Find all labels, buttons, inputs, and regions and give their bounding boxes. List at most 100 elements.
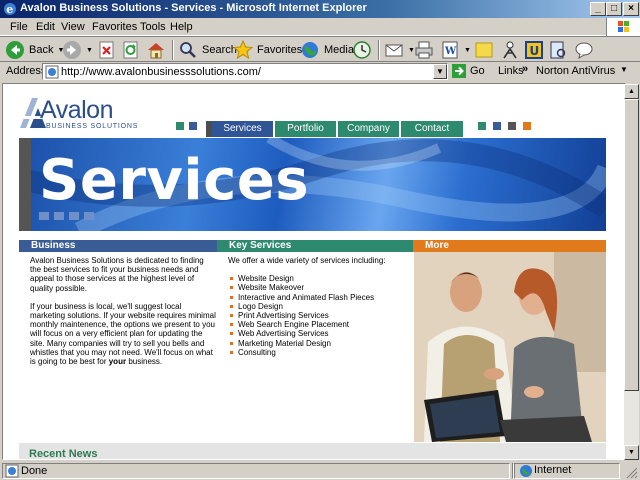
research-book-icon (550, 41, 566, 59)
nav-portfolio[interactable]: Portfolio (275, 121, 338, 137)
notes-button[interactable] (474, 39, 494, 61)
go-button[interactable]: Go (452, 64, 485, 78)
sticky-note-icon (475, 42, 493, 58)
banner-left-strip (19, 138, 31, 231)
home-button[interactable] (146, 39, 166, 61)
norton-antivirus-button[interactable]: Norton AntiVirus (536, 65, 615, 77)
toolbar-separator (378, 40, 380, 60)
menu-file[interactable]: File (10, 21, 28, 33)
standard-toolbar: Back ▼ ▼ Search Favorites Media ▼ W ▼ U (0, 36, 640, 62)
back-button[interactable]: Back ▼ (5, 39, 64, 61)
decorative-square (508, 122, 516, 130)
resize-grip-icon[interactable] (624, 465, 638, 479)
website: Avalon BUSINESS SOLUTIONS Services Portf… (16, 94, 606, 460)
mail-button[interactable]: ▼ (384, 39, 415, 61)
links-toolbar[interactable]: Links (498, 65, 524, 77)
key-services-heading: Key Services (217, 240, 413, 252)
media-label: Media (324, 44, 354, 56)
recent-news-heading: Recent News (29, 448, 98, 460)
logo-tagline: BUSINESS SOLUTIONS (46, 123, 139, 130)
service-item: Website Makeover (228, 283, 418, 292)
main-navigation: Services Portfolio Company Contact (212, 121, 465, 137)
hero-banner: Services (19, 138, 606, 231)
discuss-bubble-icon (575, 42, 593, 60)
address-dropdown-icon[interactable]: ▼ (433, 64, 447, 79)
business-emphasis: your (108, 357, 127, 367)
favorites-label: Favorites (257, 44, 303, 56)
service-item: Web Search Engine Placement (228, 320, 418, 329)
minimize-button[interactable]: _ (590, 2, 606, 16)
more-heading: More (413, 240, 606, 252)
avalon-logo[interactable]: Avalon BUSINESS SOLUTIONS (18, 96, 138, 132)
browser-viewport: Avalon BUSINESS SOLUTIONS Services Portf… (2, 83, 626, 460)
edit-word-button[interactable]: W ▼ (440, 39, 471, 61)
windows-flag-icon (606, 18, 640, 36)
page-done-icon (5, 464, 19, 478)
title-bar[interactable]: e Avalon Business Solutions - Services -… (0, 0, 640, 18)
nav-services[interactable]: Services (212, 121, 275, 137)
decorative-square (493, 122, 501, 130)
research-button[interactable] (548, 39, 568, 61)
service-item: Print Advertising Services (228, 311, 418, 320)
forward-dropdown-icon: ▼ (86, 46, 93, 54)
norton-dropdown-icon[interactable]: ▼ (620, 65, 628, 74)
banner-dot (84, 212, 94, 220)
address-bar: Address http://www.avalonbusinesssolutio… (0, 62, 640, 82)
go-label: Go (470, 65, 485, 77)
history-button[interactable] (352, 39, 372, 61)
toolbar-button-u[interactable]: U (524, 39, 544, 61)
menu-view[interactable]: View (61, 21, 85, 33)
service-item: Website Design (228, 274, 418, 283)
history-icon (353, 41, 371, 59)
maximize-button[interactable]: □ (606, 2, 622, 16)
word-document-icon: W (442, 41, 458, 59)
close-button[interactable]: × (623, 2, 639, 16)
banner-dot (69, 212, 79, 220)
media-button[interactable]: Media (300, 39, 354, 61)
status-text: Done (21, 465, 48, 477)
svg-text:e: e (6, 3, 13, 16)
print-button[interactable] (414, 39, 434, 61)
menu-tools[interactable]: Tools (140, 21, 166, 33)
address-input[interactable]: http://www.avalonbusinesssolutions.com/ … (42, 63, 448, 80)
service-item: Interactive and Animated Flash Pieces (228, 293, 418, 302)
search-icon (180, 42, 196, 58)
svg-text:U: U (530, 44, 540, 58)
photo-illustration (414, 252, 606, 442)
recent-news-section: Recent News (19, 443, 606, 460)
menu-bar: File Edit View Favorites Tools Help (0, 18, 640, 36)
search-label: Search (202, 44, 237, 56)
menu-help[interactable]: Help (170, 21, 193, 33)
search-button[interactable]: Search (178, 39, 237, 61)
toolbar-separator (172, 40, 174, 60)
scroll-down-icon[interactable]: ▼ (624, 445, 639, 460)
menu-favorites[interactable]: Favorites (92, 21, 137, 33)
svg-text:W: W (444, 46, 457, 57)
stop-button[interactable] (98, 39, 116, 61)
discuss-button[interactable] (574, 39, 594, 61)
messenger-button[interactable] (500, 39, 520, 61)
address-url: http://www.avalonbusinesssolutions.com/ (61, 66, 261, 78)
home-icon (148, 43, 164, 59)
back-label: Back (29, 44, 54, 56)
forward-button[interactable]: ▼ (62, 39, 93, 61)
ie-logo-icon: e (4, 3, 16, 16)
nav-contact[interactable]: Contact (401, 121, 465, 137)
logo-wordmark: Avalon (40, 96, 114, 124)
business-paragraph: If your business is local, we'll suggest… (30, 302, 216, 366)
refresh-button[interactable] (122, 39, 140, 61)
nav-company[interactable]: Company (338, 121, 401, 137)
people-with-laptop-photo (414, 252, 606, 442)
refresh-icon (123, 41, 138, 59)
address-label: Address (6, 65, 47, 77)
menu-edit[interactable]: Edit (36, 21, 55, 33)
scroll-thumb[interactable] (624, 99, 639, 391)
decorative-square (176, 122, 184, 130)
favorites-button[interactable]: Favorites (233, 39, 302, 61)
scroll-up-icon[interactable]: ▲ (624, 84, 639, 99)
service-item: Consulting (228, 348, 418, 357)
vertical-scrollbar[interactable]: ▲ ▼ (624, 84, 639, 460)
go-arrow-icon (452, 64, 466, 78)
links-chevron-icon[interactable]: » (522, 63, 528, 75)
service-item: Logo Design (228, 302, 418, 311)
